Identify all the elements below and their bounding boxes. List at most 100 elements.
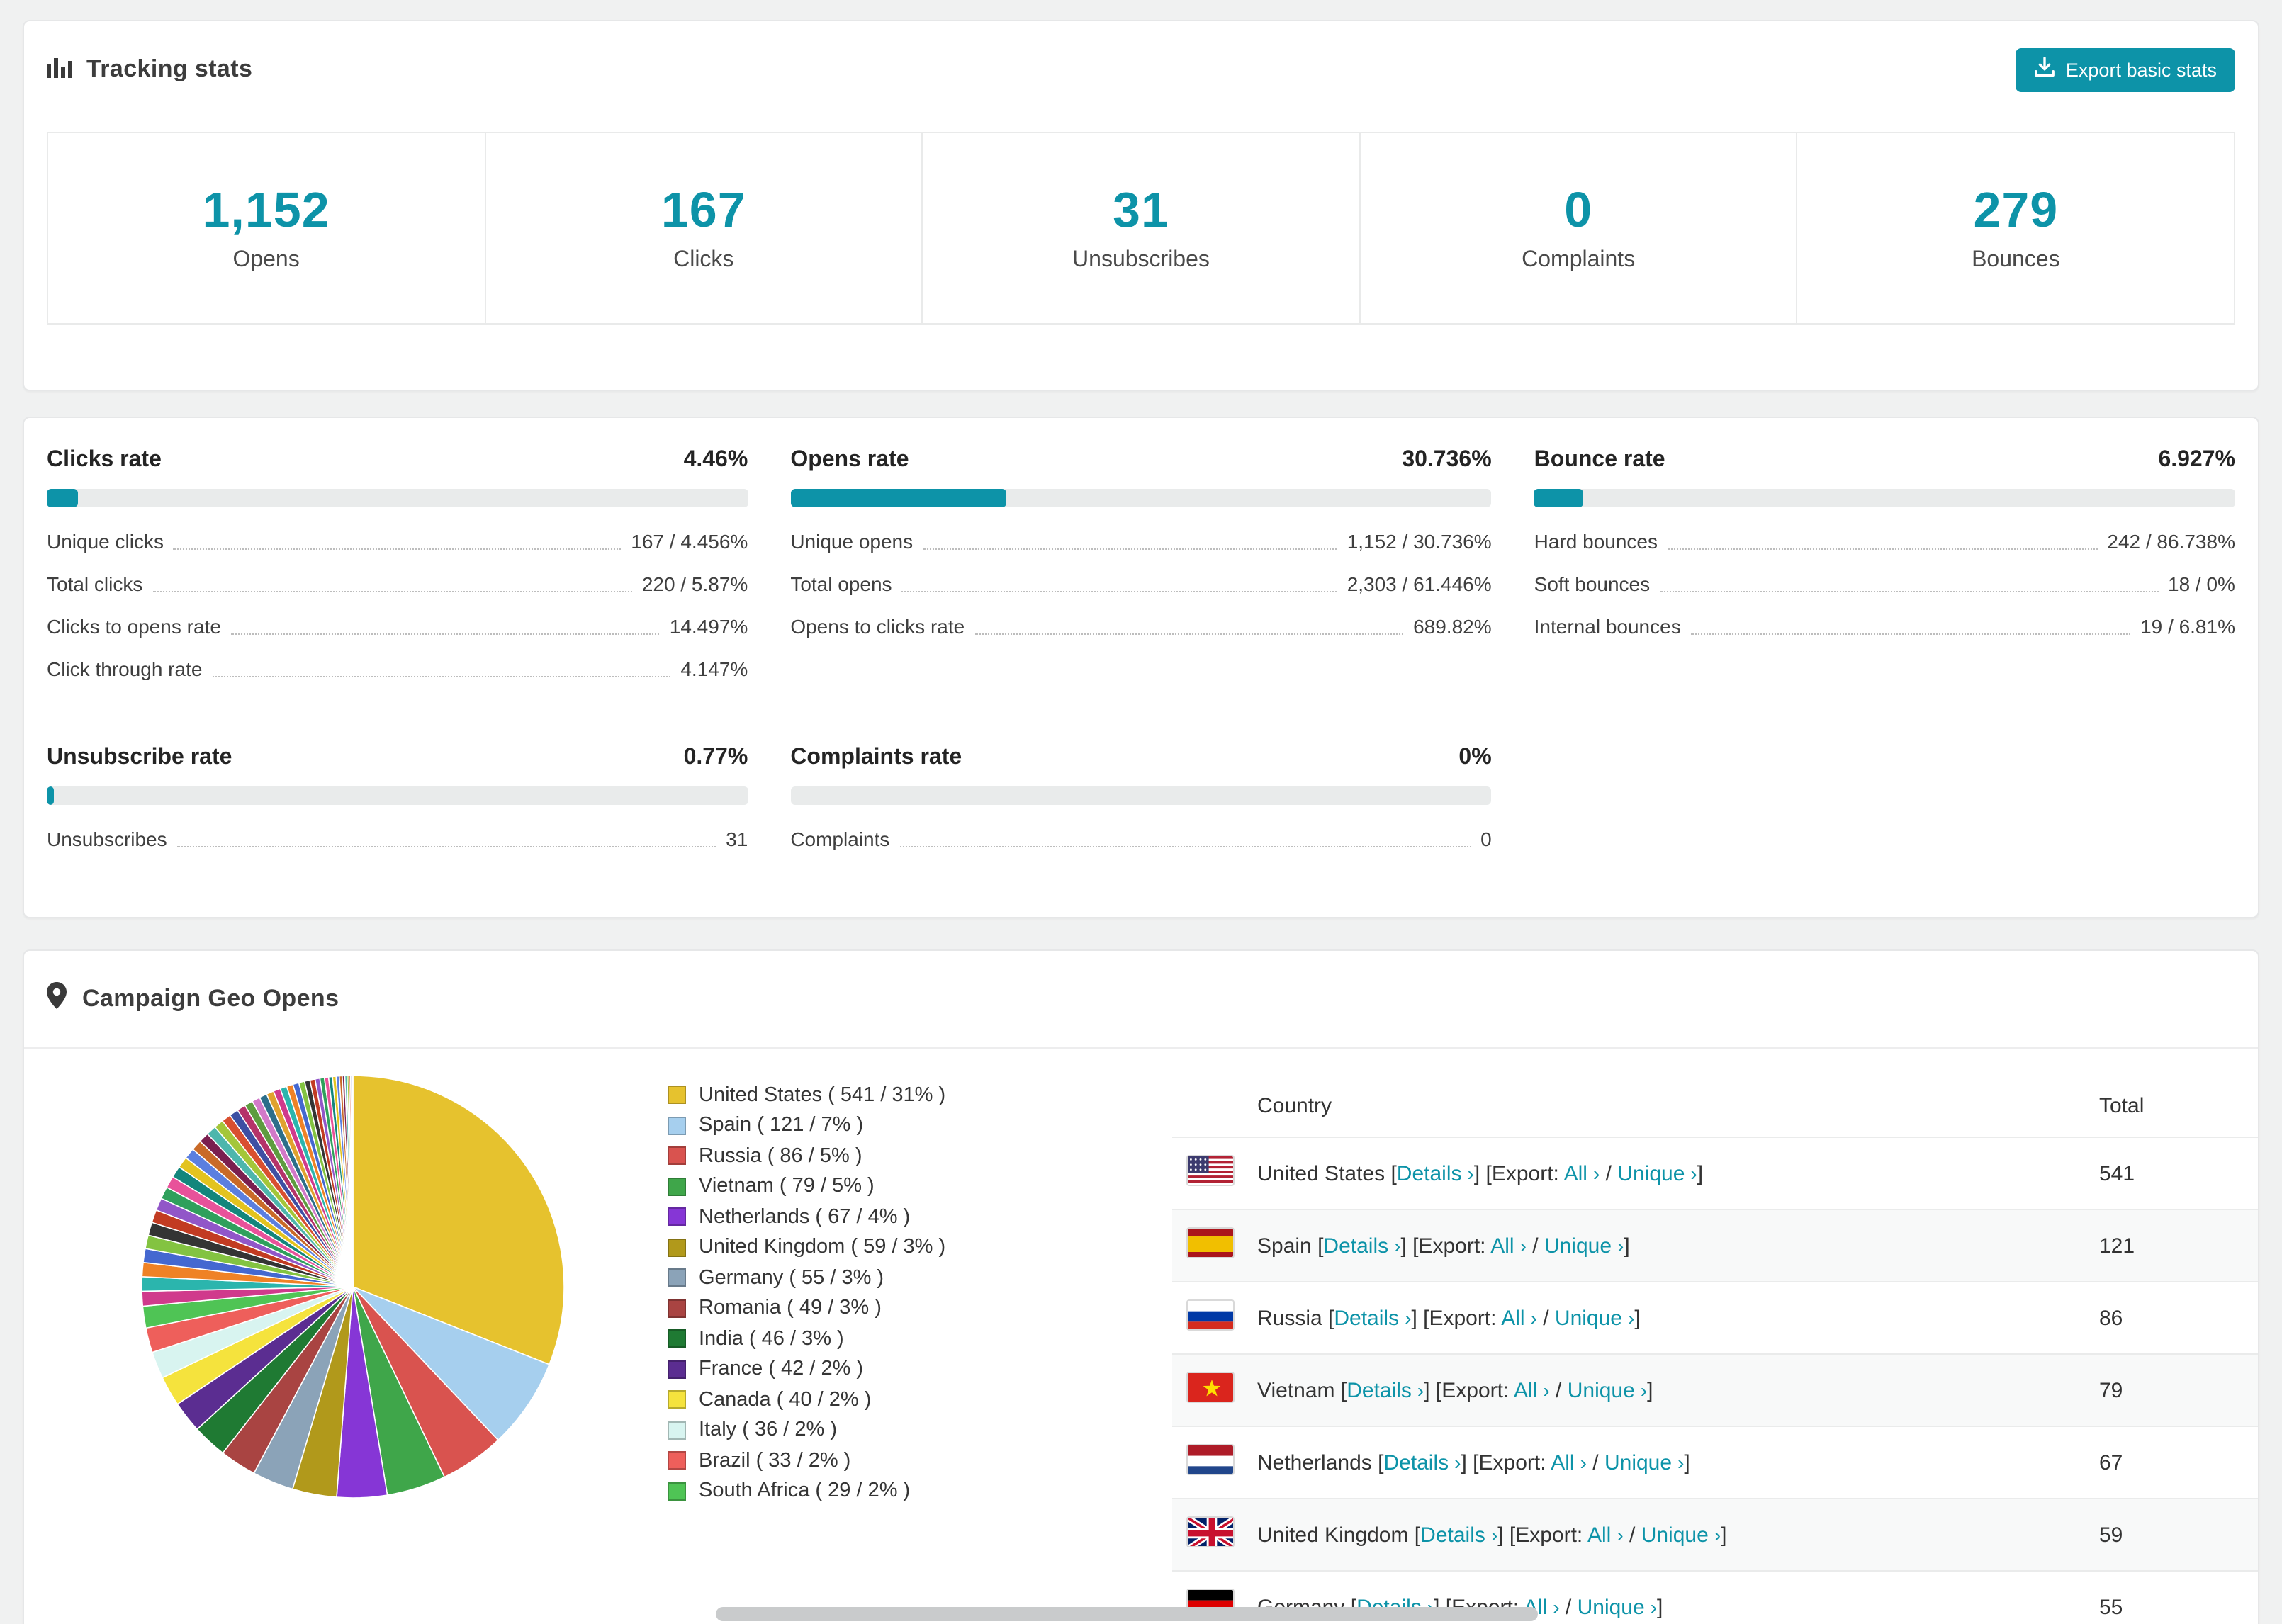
export-basic-stats-button[interactable]: Export basic stats [2016,47,2235,91]
details-link[interactable]: Details› [1397,1161,1474,1185]
rate-metric-label: Click through rate [47,658,203,680]
dotted-leader [173,548,622,550]
rate-name: Bounce rate [1534,448,1665,472]
country-cell: Netherlands [Details ›] [Export: All › / U… [1257,1450,1690,1474]
export-all-link[interactable]: All › [1490,1234,1527,1258]
details-link[interactable]: Details› [1347,1378,1424,1402]
rate-name: Clicks rate [47,448,162,472]
export-unique-link[interactable]: Unique › [1544,1234,1624,1258]
legend-item-united-states[interactable]: United States ( 541 / 31% ) [668,1080,945,1110]
export-unique-link[interactable]: Unique › [1641,1523,1721,1547]
progress-bar [47,786,748,805]
legend-item-united-kingdom[interactable]: United Kingdom ( 59 / 3% ) [668,1232,945,1263]
export-all-link[interactable]: All › [1551,1450,1587,1474]
legend-swatch [668,1177,686,1196]
legend-label: Germany ( 55 / 3% ) [699,1266,884,1290]
export-all-link[interactable]: All › [1514,1378,1550,1402]
rate-metric-value: 220 / 5.87% [641,573,748,595]
stat-value: 1,152 [202,183,330,238]
export-all-link[interactable]: All › [1501,1306,1537,1330]
clicks-rate-block: Clicks rate 4.46% Unique clicks 167 / 4.… [47,444,748,699]
legend-swatch [668,1207,686,1227]
export-all-link[interactable]: All › [1587,1523,1624,1547]
legend-item-vietnam[interactable]: Vietnam ( 79 / 5% ) [668,1171,945,1202]
details-link[interactable]: Details› [1323,1234,1400,1258]
geo-table-header-row: Country Total [1172,1071,2258,1137]
legend-label: Spain ( 121 / 7% ) [699,1114,864,1137]
geo-pie-wrap [47,1071,568,1502]
legend-item-russia[interactable]: Russia ( 86 / 5% ) [668,1141,945,1171]
rate-metric-row: Internal bounces 19 / 6.81% [1534,614,2235,641]
dotted-leader [901,591,1337,592]
legend-swatch [668,1360,686,1379]
export-unique-link[interactable]: Unique › [1617,1161,1697,1185]
legend-item-germany[interactable]: Germany ( 55 / 3% ) [668,1263,945,1293]
progress-bar [790,489,1492,507]
export-unique-link[interactable]: Unique › [1578,1595,1657,1619]
rate-metric-row: Unique opens 1,152 / 30.736% [790,529,1491,556]
geo-table-row-spain: Spain [Details ›] [Export: All › / Unique ›… [1172,1209,2258,1282]
progress-fill [790,489,1006,507]
rate-metric-label: Opens to clicks rate [790,615,965,638]
stat-label: Complaints [1522,248,1636,272]
gb-flag-icon [1186,1516,1235,1547]
export-unique-link[interactable]: Unique › [1604,1450,1684,1474]
legend-label: United States ( 541 / 31% ) [699,1083,946,1107]
rate-metric-row: Complaints 0 [790,826,1491,853]
legend-item-canada[interactable]: Canada ( 40 / 2% ) [668,1385,945,1415]
rate-metric-row: Opens to clicks rate 689.82% [790,614,1491,641]
rate-metric-label: Complaints [790,828,890,850]
stat-value: 167 [661,183,746,238]
rate-metric-label: Unique opens [790,530,914,553]
total-cell: 59 [2099,1523,2123,1547]
vn-flag-icon [1186,1372,1235,1403]
bounce-rate-block: Bounce rate 6.927% Hard bounces 242 / 86… [1534,444,2235,699]
legend-item-netherlands[interactable]: Netherlands ( 67 / 4% ) [668,1202,945,1232]
tracking-stats-title: Tracking stats [86,55,253,82]
details-link[interactable]: Details› [1383,1450,1461,1474]
legend-swatch [668,1421,686,1440]
legend-item-india[interactable]: India ( 46 / 3% ) [668,1324,945,1354]
country-cell: Russia [Details ›] [Export: All › / Unique… [1257,1306,1641,1330]
legend-label: United Kingdom ( 59 / 3% ) [699,1236,946,1259]
rate-metric-value: 4.147% [680,658,748,680]
export-unique-link[interactable]: Unique › [1568,1378,1647,1402]
legend-item-romania[interactable]: Romania ( 49 / 3% ) [668,1293,945,1324]
ru-flag-icon [1186,1299,1235,1331]
rate-metric-value: 14.497% [669,615,748,638]
export-all-link[interactable]: All › [1564,1161,1600,1185]
rate-metric-value: 1,152 / 30.736% [1347,530,1492,553]
dotted-leader [974,633,1404,635]
stat-box-bounces: 279 Bounces [1796,132,2235,325]
stats-row: 1,152 Opens 167 Clicks 31 Unsubscribes 0… [47,132,2235,325]
export-unique-link[interactable]: Unique › [1555,1306,1634,1330]
dotted-leader [899,846,1471,847]
legend-label: France ( 42 / 2% ) [699,1358,864,1381]
stat-label: Bounces [1972,248,2060,272]
legend-item-spain[interactable]: Spain ( 121 / 7% ) [668,1110,945,1141]
stat-value: 31 [1113,183,1169,238]
progress-fill [47,489,79,507]
progress-bar [47,489,748,507]
legend-item-south-africa[interactable]: South Africa ( 29 / 2% ) [668,1476,945,1506]
legend-label: South Africa ( 29 / 2% ) [699,1479,911,1503]
rate-metric-row: Unsubscribes 31 [47,826,748,853]
total-cell: 67 [2099,1450,2123,1474]
rate-metric-row: Hard bounces 242 / 86.738% [1534,529,2235,556]
stat-value: 0 [1564,183,1593,238]
rate-metric-value: 19 / 6.81% [2140,615,2235,638]
legend-label: Italy ( 36 / 2% ) [699,1419,838,1442]
details-link[interactable]: Details› [1334,1306,1411,1330]
dotted-leader [152,591,632,592]
legend-item-france[interactable]: France ( 42 / 2% ) [668,1354,945,1385]
details-link[interactable]: Details› [1420,1523,1497,1547]
rate-percent: 6.927% [2158,448,2235,472]
progress-bar [790,786,1492,805]
total-cell: 86 [2099,1306,2123,1330]
legend-item-brazil[interactable]: Brazil ( 33 / 2% ) [668,1445,945,1476]
rate-percent: 0.77% [683,745,748,769]
legend-item-italy[interactable]: Italy ( 36 / 2% ) [668,1415,945,1445]
dotted-leader [1690,633,2131,635]
opens-rate-block: Opens rate 30.736% Unique opens 1,152 / … [790,444,1492,699]
horizontal-scrollbar-thumb[interactable] [716,1607,1538,1621]
